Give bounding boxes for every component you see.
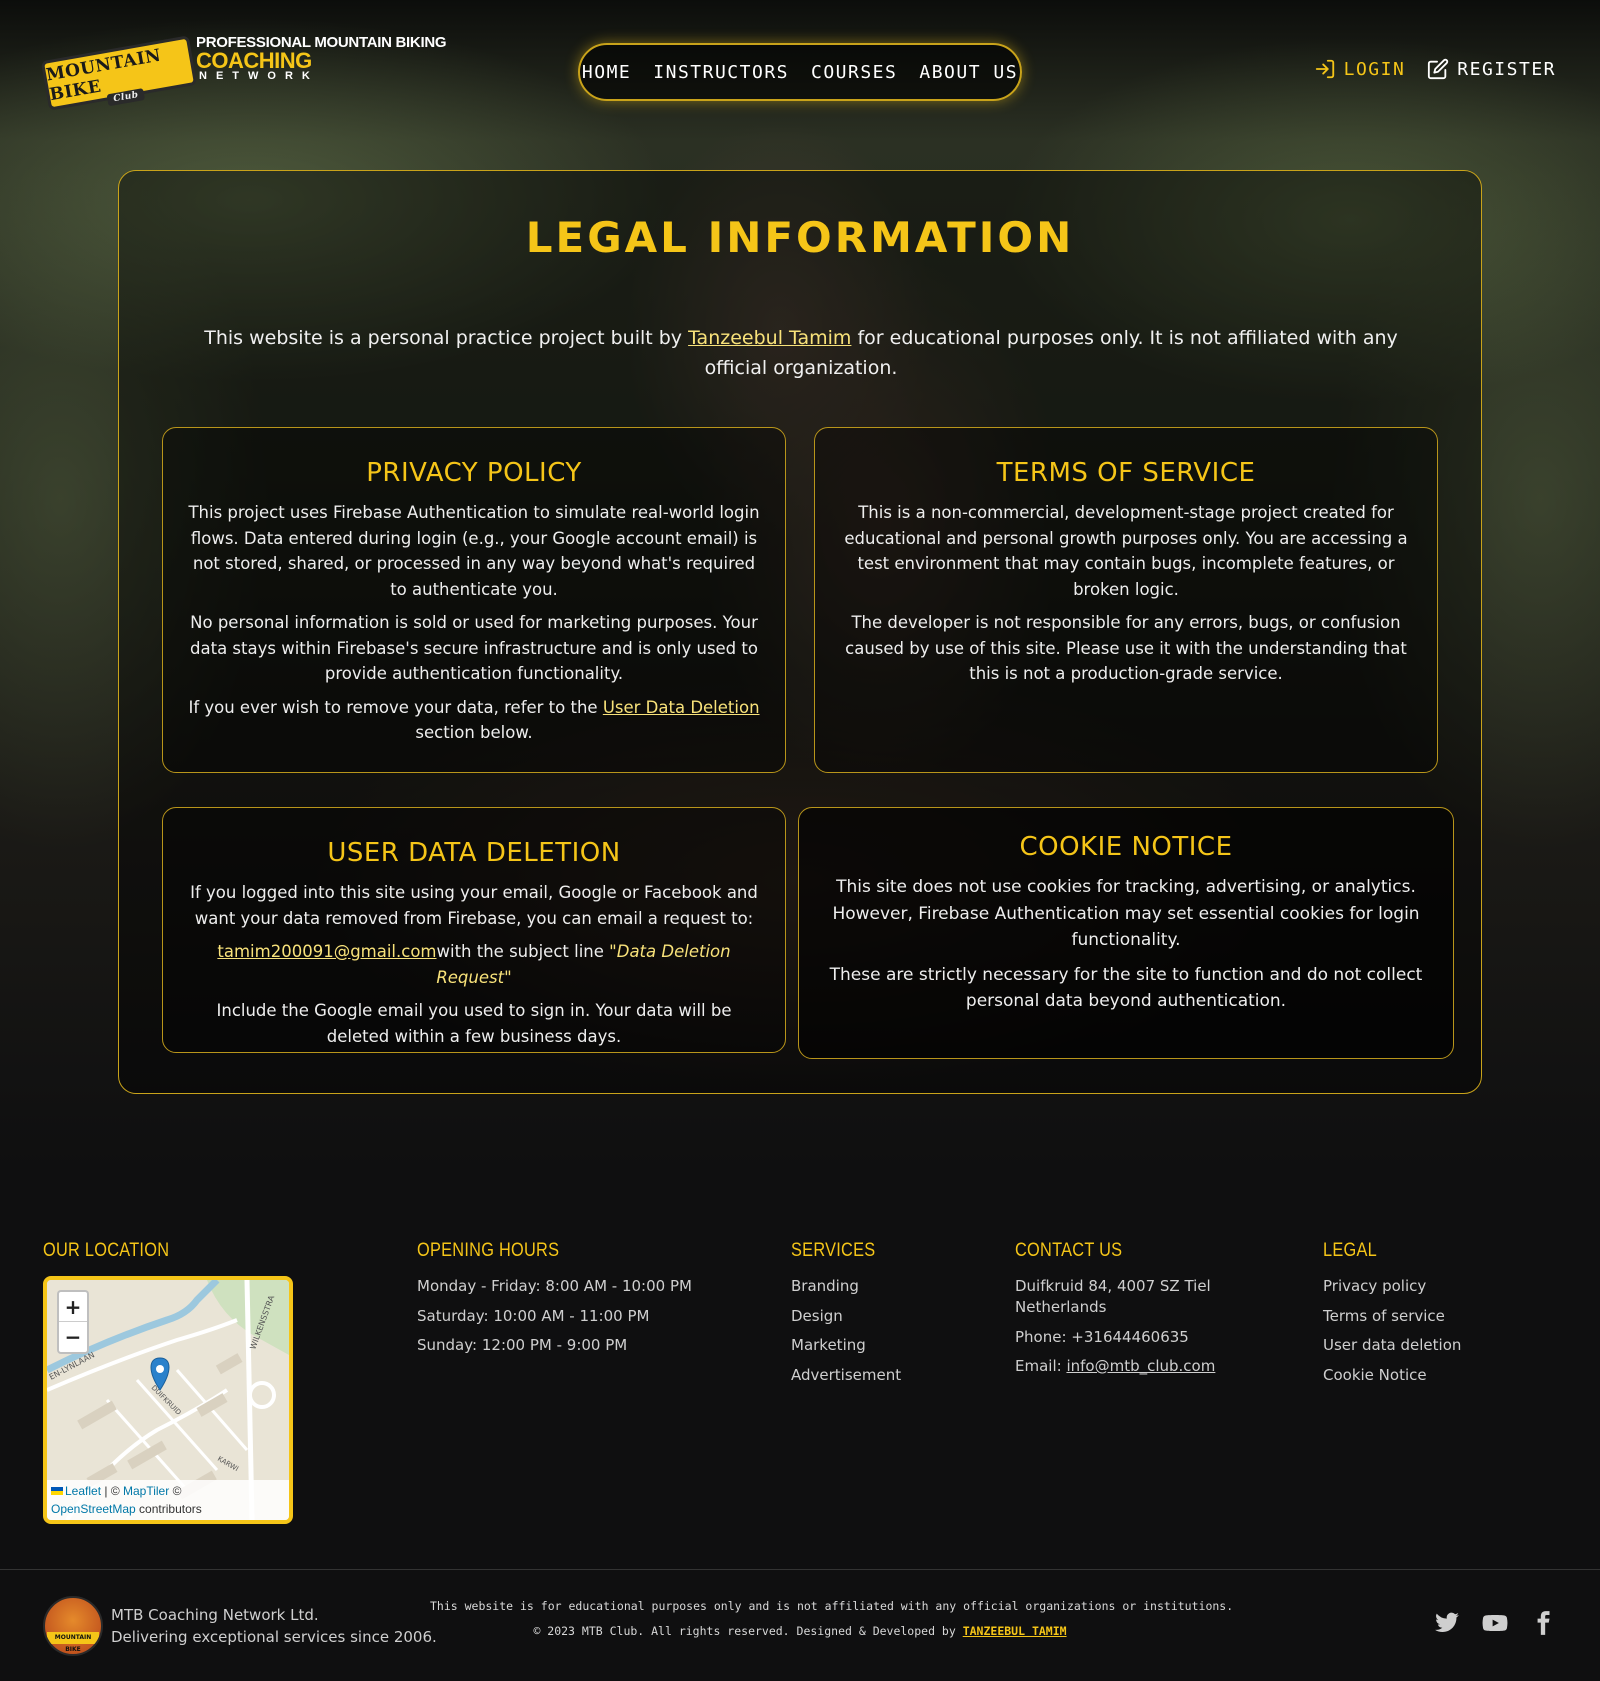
intro-text-before: This website is a personal practice proj… xyxy=(204,327,689,349)
deletion-title: USER DATA DELETION xyxy=(327,838,621,868)
youtube-icon[interactable] xyxy=(1482,1610,1508,1636)
login-label: LOGIN xyxy=(1343,58,1406,80)
footer-services-title: SERVICES xyxy=(791,1240,876,1261)
nav-courses[interactable]: COURSES xyxy=(811,62,897,83)
maptiler-link[interactable]: MapTiler xyxy=(123,1484,169,1498)
ukraine-flag-icon xyxy=(51,1487,63,1495)
privacy-p3-after: section below. xyxy=(415,723,533,742)
legal-information-panel: LEGAL INFORMATION This website is a pers… xyxy=(118,170,1482,1094)
social-links xyxy=(1434,1610,1556,1636)
service-advertisement[interactable]: Advertisement xyxy=(791,1365,901,1386)
site-logo[interactable]: MOUNTAIN BIKE Club PROFESSIONAL MOUNTAIN… xyxy=(40,34,447,111)
facebook-icon[interactable] xyxy=(1530,1610,1556,1636)
contact-address-2: Netherlands xyxy=(1015,1298,1107,1316)
user-data-deletion-link[interactable]: User Data Deletion xyxy=(603,698,760,717)
contact-phone: Phone: +31644460635 xyxy=(1015,1327,1189,1346)
login-icon xyxy=(1315,59,1334,79)
edit-icon xyxy=(1428,58,1449,80)
contact-email-label: Email: xyxy=(1015,1357,1067,1375)
footer-logo-text: MOUNTAIN BIKE xyxy=(47,1632,99,1653)
contact-email-link[interactable]: info@mtb_club.com xyxy=(1066,1357,1215,1375)
copyright-text: © 2023 MTB Club. All rights reserved. De… xyxy=(533,1624,963,1638)
cookie-p1: This site does not use cookies for track… xyxy=(832,877,1420,950)
page-title: LEGAL INFORMATION xyxy=(525,213,1075,262)
register-link[interactable]: REGISTER xyxy=(1427,58,1556,80)
nav-home[interactable]: HOME xyxy=(582,62,631,83)
privacy-p3: If you ever wish to remove your data, re… xyxy=(187,695,761,746)
privacy-policy-card: PRIVACY POLICY This project uses Firebas… xyxy=(162,427,786,773)
footer-hours-title: OPENING HOURS xyxy=(417,1240,560,1261)
attrib-sep: | © xyxy=(101,1484,123,1498)
footer-link-terms[interactable]: Terms of service xyxy=(1323,1306,1461,1327)
deletion-p3: Include the Google email you used to sig… xyxy=(216,1001,732,1046)
copyright-row: © 2023 MTB Club. All rights reserved. De… xyxy=(430,1619,1170,1644)
footer-legal: LEGAL Privacy policy Terms of service Us… xyxy=(1323,1240,1461,1394)
footer: OUR LOCATION WILKENSSTRA EN-LYNLAAN DUIF… xyxy=(43,1240,1557,1540)
hours-weekdays: Monday - Friday: 8:00 AM - 10:00 PM xyxy=(417,1277,692,1295)
deletion-p1: If you logged into this site using your … xyxy=(190,883,758,928)
deletion-subject-before: with the subject line xyxy=(436,942,610,961)
disclaimer-text: This website is for educational purposes… xyxy=(430,1599,1234,1613)
zoom-in-button[interactable]: + xyxy=(59,1292,87,1322)
contact-address-1: Duifkruid 84, 4007 SZ Tiel xyxy=(1015,1277,1211,1295)
twitter-icon[interactable] xyxy=(1434,1610,1460,1636)
footer-logo[interactable]: MOUNTAIN BIKE xyxy=(43,1596,103,1656)
service-marketing[interactable]: Marketing xyxy=(791,1335,901,1356)
footer-services: SERVICES Branding Design Marketing Adver… xyxy=(791,1240,901,1394)
legal-intro: This website is a personal practice proj… xyxy=(199,323,1403,383)
privacy-p3-before: If you ever wish to remove your data, re… xyxy=(188,697,603,717)
footer-divider xyxy=(0,1569,1600,1570)
cookie-notice-card: COOKIE NOTICE This site does not use coo… xyxy=(798,807,1454,1059)
footer-contact: CONTACT US Duifkruid 84, 4007 SZ Tiel Ne… xyxy=(1015,1240,1215,1386)
nav-instructors[interactable]: INSTRUCTORS xyxy=(653,62,789,83)
terms-p2: The developer is not responsible for any… xyxy=(845,613,1407,683)
terms-of-service-card: TERMS OF SERVICE This is a non-commercia… xyxy=(814,427,1438,773)
footer-location: OUR LOCATION WILKENSSTRA EN-LYNLAAN DUIF… xyxy=(43,1240,293,1524)
footer-link-cookie[interactable]: Cookie Notice xyxy=(1323,1365,1461,1386)
privacy-policy-title: PRIVACY POLICY xyxy=(366,458,582,488)
footer-location-title: OUR LOCATION xyxy=(43,1240,170,1261)
auth-links: LOGIN REGISTER xyxy=(1314,58,1556,80)
terms-title: TERMS OF SERVICE xyxy=(996,458,1256,488)
footer-hours: OPENING HOURS Monday - Friday: 8:00 AM -… xyxy=(417,1240,692,1365)
map-attribution: Leaflet | © MapTiler © OpenStreetMap cont… xyxy=(47,1480,289,1520)
deletion-p2: tamim200091@gmail.comwith the subject li… xyxy=(187,939,761,990)
nav-about-us[interactable]: ABOUT US xyxy=(919,62,1018,83)
company-tagline: Delivering exceptional services since 20… xyxy=(111,1628,437,1646)
leaflet-link[interactable]: Leaflet xyxy=(65,1484,101,1498)
developer-link[interactable]: TANZEEBUL TAMIM xyxy=(963,1624,1067,1638)
hours-saturday: Saturday: 10:00 AM - 11:00 PM xyxy=(417,1306,650,1325)
footer-contact-title: CONTACT US xyxy=(1015,1240,1123,1261)
logo-badge: MOUNTAIN BIKE Club xyxy=(40,35,198,111)
deletion-email-link[interactable]: tamim200091@gmail.com xyxy=(217,942,436,961)
zoom-out-button[interactable]: − xyxy=(59,1322,87,1352)
osm-link[interactable]: OpenStreetMap xyxy=(51,1502,136,1516)
user-data-deletion-card: USER DATA DELETION If you logged into th… xyxy=(162,807,786,1053)
footer-link-data-deletion[interactable]: User data deletion xyxy=(1323,1335,1461,1356)
company-info: MTB Coaching Network Ltd. Delivering exc… xyxy=(111,1604,437,1648)
footer-legal-title: LEGAL xyxy=(1323,1240,1377,1261)
login-link[interactable]: LOGIN xyxy=(1314,58,1406,80)
map-zoom-control: + − xyxy=(57,1290,89,1354)
main-nav: HOME INSTRUCTORS COURSES ABOUT US xyxy=(578,43,1022,101)
logo-line-3: NETWORK xyxy=(199,70,319,82)
footer-link-privacy[interactable]: Privacy policy xyxy=(1323,1276,1461,1297)
terms-p1: This is a non-commercial, development-st… xyxy=(844,503,1408,599)
location-map[interactable]: WILKENSSTRA EN-LYNLAAN DUIFKRUID KARWI +… xyxy=(43,1276,293,1524)
hours-sunday: Sunday: 12:00 PM - 9:00 PM xyxy=(417,1336,628,1354)
company-name: MTB Coaching Network Ltd. xyxy=(111,1606,319,1624)
service-design[interactable]: Design xyxy=(791,1306,901,1327)
cookie-p2: These are strictly necessary for the sit… xyxy=(829,964,1423,1012)
author-link[interactable]: Tanzeebul Tamim xyxy=(688,327,851,349)
register-label: REGISTER xyxy=(1457,58,1556,80)
privacy-p1: This project uses Firebase Authenticatio… xyxy=(188,503,760,599)
privacy-p2: No personal information is sold or used … xyxy=(190,613,758,683)
attrib-contributors: contributors xyxy=(135,1502,202,1516)
footer-disclaimer: This website is for educational purposes… xyxy=(430,1594,1234,1644)
contact-email-row: Email: info@mtb_club.com xyxy=(1015,1356,1215,1377)
attrib-copy: © xyxy=(169,1484,182,1498)
service-branding[interactable]: Branding xyxy=(791,1276,901,1297)
cookie-title: COOKIE NOTICE xyxy=(1019,832,1233,862)
